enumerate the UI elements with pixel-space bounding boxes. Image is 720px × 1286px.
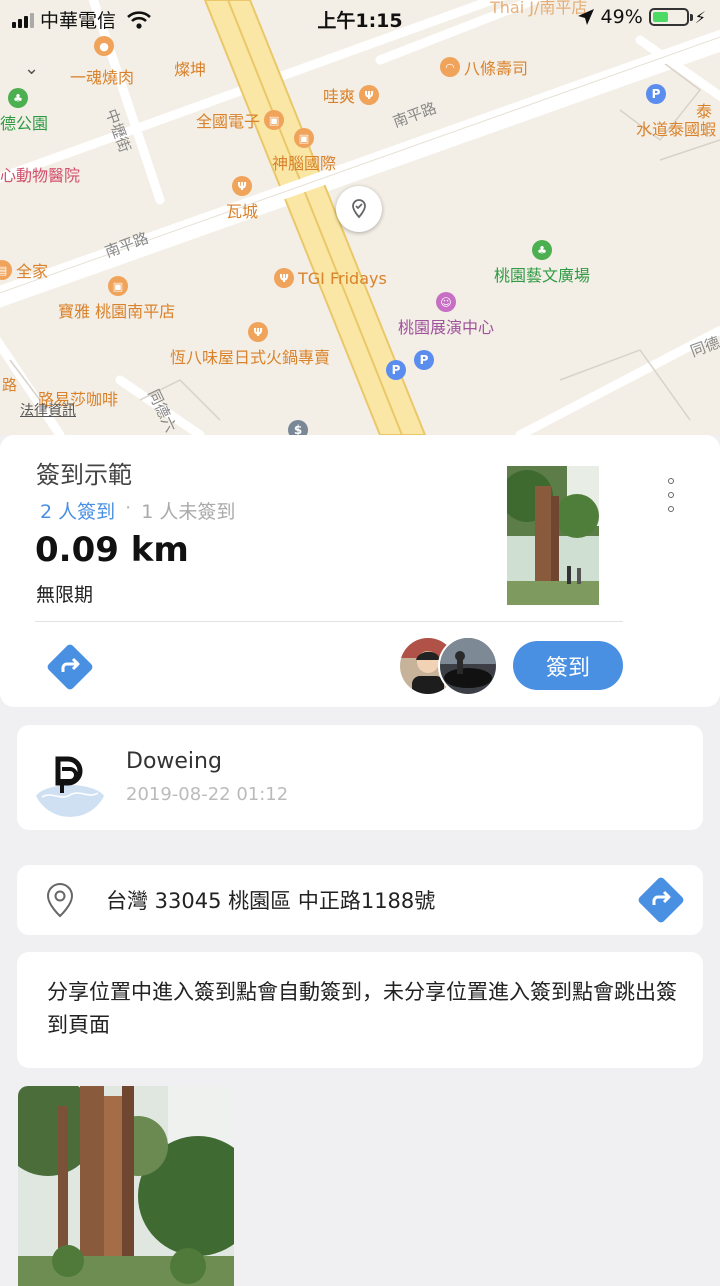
map-poi[interactable]: 泰 xyxy=(696,98,712,122)
map-poi[interactable]: ● 一魂燒肉 xyxy=(70,36,134,88)
battery-percent: 49% xyxy=(600,6,643,28)
status-bar: 中華電信 上午1:15 49% ⚡ xyxy=(0,0,720,36)
shopping-icon: ▣ xyxy=(108,276,128,296)
map-poi[interactable]: ☺ 桃園展演中心 xyxy=(398,292,494,338)
restaurant-icon: ◠ xyxy=(440,57,460,77)
battery-level xyxy=(652,12,669,22)
store-icon: ▤ xyxy=(0,260,12,280)
creator-name: Doweing xyxy=(126,749,222,774)
event-photo[interactable] xyxy=(18,1086,234,1286)
address-text[interactable]: 台灣 33045 桃園區 中正路1188號 xyxy=(106,885,435,915)
checkin-counts[interactable]: 2 人簽到 · 1 人未簽到 xyxy=(40,497,235,524)
avatar[interactable] xyxy=(438,636,498,696)
checked-in-count[interactable]: 2 人簽到 xyxy=(40,497,115,524)
location-arrow-icon xyxy=(577,9,594,25)
status-right: 49% ⚡ xyxy=(577,6,706,28)
card-divider xyxy=(35,621,623,622)
direction-icon[interactable] xyxy=(635,874,687,926)
shopping-icon: ▣ xyxy=(294,128,314,148)
map-poi[interactable]: Ψ 瓦城 xyxy=(226,176,258,222)
charging-icon: ⚡ xyxy=(694,7,706,27)
restaurant-icon: ● xyxy=(94,36,114,56)
restaurant-icon: Ψ xyxy=(248,322,268,342)
tree-photo-image xyxy=(18,1086,234,1286)
description-text: 分享位置中進入簽到點會自動簽到，未分享位置進入簽到點會跳出簽到頁面 xyxy=(47,980,677,1037)
map-poi[interactable]: ▣ 寶雅 桃園南平店 xyxy=(58,276,175,322)
count-separator: · xyxy=(125,497,132,519)
direction-icon[interactable] xyxy=(44,641,96,693)
bank-icon[interactable]: $ xyxy=(288,420,308,435)
creator-card[interactable] xyxy=(17,725,703,830)
checkin-button[interactable]: 簽到 xyxy=(513,641,623,690)
park-icon: ♣ xyxy=(8,88,28,108)
validity-text: 無限期 xyxy=(36,584,94,606)
map-poi[interactable]: 心動物醫院 xyxy=(0,162,80,186)
map-poi[interactable]: ♣ 桃園藝文廣場 xyxy=(494,240,590,286)
more-vertical-icon[interactable] xyxy=(660,478,682,512)
restaurant-icon: Ψ xyxy=(359,85,380,105)
park-icon: ♣ xyxy=(532,240,552,260)
parking-icon[interactable]: P xyxy=(414,350,434,370)
road-label: 路 xyxy=(2,376,18,394)
map-poi[interactable]: 哇爽 Ψ xyxy=(323,83,380,107)
map-poi[interactable]: Ψ 恆八味屋日式火鍋專賣 xyxy=(170,322,330,368)
map-view[interactable]: ⌄ ● 一魂燒肉 燦坤 ◠ 八條壽司 哇爽 Ψ ♣ 德公園 全國電子 ▣ ▣ 神… xyxy=(0,0,720,435)
checkin-marker-icon xyxy=(352,199,366,219)
creator-timestamp: 2019-08-22 01:12 xyxy=(126,784,289,805)
checked-in-avatars[interactable] xyxy=(398,636,498,696)
map-poi[interactable]: ▣ 神腦國際 xyxy=(272,128,336,174)
location-pin-icon xyxy=(46,882,74,918)
event-title: 簽到示範 xyxy=(36,461,132,489)
parking-icon[interactable]: P xyxy=(386,360,406,380)
map-poi[interactable]: 燦坤 xyxy=(174,56,206,80)
creator-logo xyxy=(32,741,108,817)
shopping-icon: ▣ xyxy=(264,110,285,130)
map-poi[interactable]: ▤ 全家 xyxy=(0,258,48,282)
not-checked-in-count[interactable]: 1 人未簽到 xyxy=(141,497,235,524)
legal-link[interactable]: 法律資訊 xyxy=(20,400,76,420)
restaurant-icon: Ψ xyxy=(274,268,294,288)
tree-photo-image xyxy=(507,466,599,605)
map-poi[interactable]: Ψ TGI Fridays xyxy=(274,268,387,288)
doweing-logo-icon xyxy=(32,741,108,817)
event-thumbnail[interactable] xyxy=(507,466,599,605)
map-poi[interactable]: ◠ 八條壽司 xyxy=(440,55,528,79)
theater-icon: ☺ xyxy=(436,292,456,312)
event-location-pin[interactable] xyxy=(336,186,382,232)
battery-icon xyxy=(648,8,693,26)
parking-icon[interactable]: P xyxy=(646,84,666,104)
distance-value: 0.09 km xyxy=(35,530,189,570)
map-poi[interactable]: 全國電子 ▣ xyxy=(196,108,285,132)
map-poi[interactable]: ♣ 德公園 xyxy=(0,88,48,134)
collapse-chevron-icon[interactable]: ⌄ xyxy=(24,58,39,79)
restaurant-icon: Ψ xyxy=(232,176,252,196)
